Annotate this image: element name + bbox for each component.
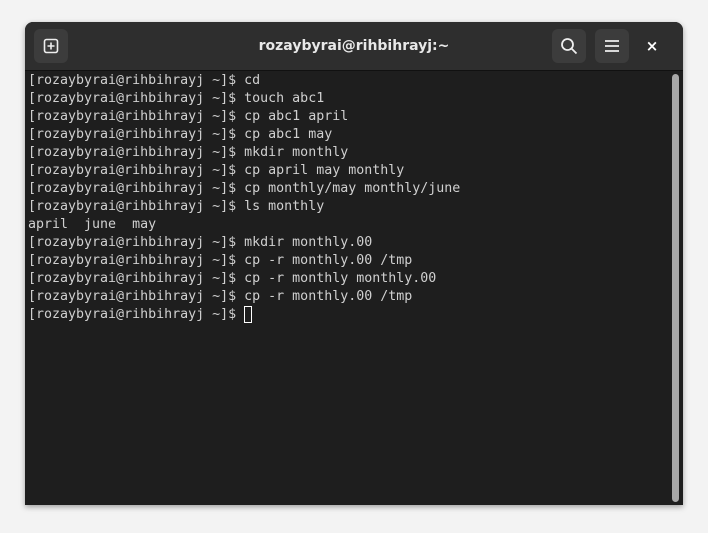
terminal-line: [rozaybyrai@rihbihrayj ~]$ cp monthly/ma… [28, 181, 461, 196]
terminal-line: [rozaybyrai@rihbihrayj ~]$ cp april may … [28, 163, 405, 178]
hamburger-menu-icon [605, 40, 619, 52]
terminal-line: [rozaybyrai@rihbihrayj ~]$ cp abc1 may [28, 127, 333, 142]
plus-square-icon [43, 38, 59, 54]
cursor [244, 306, 253, 323]
terminal-line: [rozaybyrai@rihbihrayj ~]$ cp abc1 april [28, 109, 349, 124]
terminal-line: [rozaybyrai@rihbihrayj ~]$ cp -r monthly… [28, 253, 413, 268]
menu-button[interactable] [595, 29, 629, 63]
terminal-line: [rozaybyrai@rihbihrayj ~]$ ls monthly [28, 199, 325, 214]
terminal-line: [rozaybyrai@rihbihrayj ~]$ cd [28, 73, 261, 88]
search-icon [561, 38, 578, 55]
terminal-line: [rozaybyrai@rihbihrayj ~]$ mkdir monthly [28, 145, 349, 160]
terminal-line: [rozaybyrai@rihbihrayj ~]$ touch abc1 [28, 91, 325, 106]
prompt: [rozaybyrai@rihbihrayj ~]$ [28, 307, 245, 322]
header-bar: rozaybyrai@rihbihrayj:~ × [25, 22, 683, 71]
new-tab-button[interactable] [34, 29, 68, 63]
terminal-line: [rozaybyrai@rihbihrayj ~]$ cp -r monthly… [28, 271, 437, 286]
terminal-window: rozaybyrai@rihbihrayj:~ × [rozaybyrai@ri… [25, 22, 683, 505]
close-button[interactable]: × [635, 29, 669, 63]
scrollbar[interactable] [672, 74, 679, 502]
terminal-output[interactable]: [rozaybyrai@rihbihrayj ~]$ cd [rozaybyrai… [28, 71, 667, 505]
search-button[interactable] [552, 29, 586, 63]
terminal-line: april june may [28, 217, 157, 232]
terminal-line: [rozaybyrai@rihbihrayj ~]$ cp -r monthly… [28, 289, 413, 304]
prompt-line: [rozaybyrai@rihbihrayj ~]$ [28, 306, 667, 324]
terminal-line: [rozaybyrai@rihbihrayj ~]$ mkdir monthly… [28, 235, 373, 250]
